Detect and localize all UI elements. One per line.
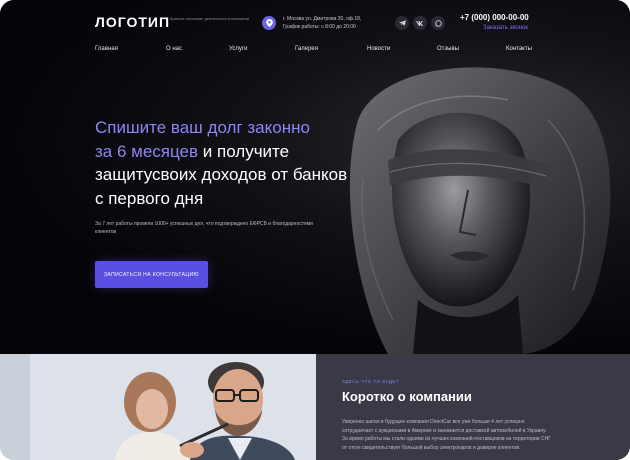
nav-item-about[interactable]: О нас: [166, 46, 182, 52]
hero-lead-text: За 7 лет работы провели 1000+ успешных д…: [95, 221, 313, 235]
nav-item-news[interactable]: Новости: [367, 46, 390, 52]
work-hours-text: График работы: с 8:00 до 20:00: [283, 24, 356, 30]
headline-line-4: с первого дня: [95, 188, 204, 208]
company-tagline: Краткое описание деятельности компании: [170, 16, 249, 21]
nav-item-contacts[interactable]: Контакты: [506, 46, 532, 52]
about-text: Уверенно шагая в будущее компания Direct…: [342, 419, 551, 451]
nav-item-gallery[interactable]: Галерея: [295, 46, 318, 52]
phone-number[interactable]: +7 (000) 000-00-00: [460, 13, 529, 22]
address-text: г. Москва ул. Дмитрова 20, оф.18,: [283, 16, 362, 22]
hero-headline: Спишите ваш долг законно за 6 месяцев и …: [95, 116, 375, 210]
nav-item-services[interactable]: Услуги: [229, 46, 247, 52]
landing-page: ЛОГОТИП Краткое описание деятельности ко…: [0, 0, 630, 460]
headline-line-2-rest: и получите: [202, 141, 290, 161]
about-title: Коротко о компании: [342, 389, 472, 404]
location-pin-icon: [262, 16, 276, 30]
nav-item-reviews[interactable]: Отзывы: [437, 46, 459, 52]
team-photo-illustration: [0, 354, 316, 460]
hero-section: ЛОГОТИП Краткое описание деятельности ко…: [0, 0, 630, 354]
team-photo: [0, 354, 316, 460]
about-section: Здесь что то будет Коротко о компании Ув…: [316, 354, 630, 460]
whatsapp-icon[interactable]: [431, 16, 445, 30]
main-nav: Главная О нас Услуги Галерея Новости Отз…: [95, 46, 535, 56]
callback-link[interactable]: Заказать звонок: [483, 25, 528, 31]
headline-accent-line-1: Спишите ваш долг законно: [95, 118, 310, 137]
logo[interactable]: ЛОГОТИП: [95, 14, 170, 30]
site-header: ЛОГОТИП Краткое описание деятельности ко…: [0, 0, 630, 40]
headline-accent-line-2: за 6 месяцев: [95, 141, 199, 161]
about-kicker: Здесь что то будет: [342, 379, 400, 384]
headline-line-3: защитусвоих доходов от банков: [95, 165, 348, 184]
telegram-icon[interactable]: [395, 16, 409, 30]
nav-item-home[interactable]: Главная: [95, 46, 118, 52]
vk-icon[interactable]: [413, 16, 427, 30]
address-block: г. Москва ул. Дмитрова 20, оф.18, График…: [283, 15, 403, 31]
consultation-button[interactable]: Записаться на консультацию: [95, 261, 208, 288]
